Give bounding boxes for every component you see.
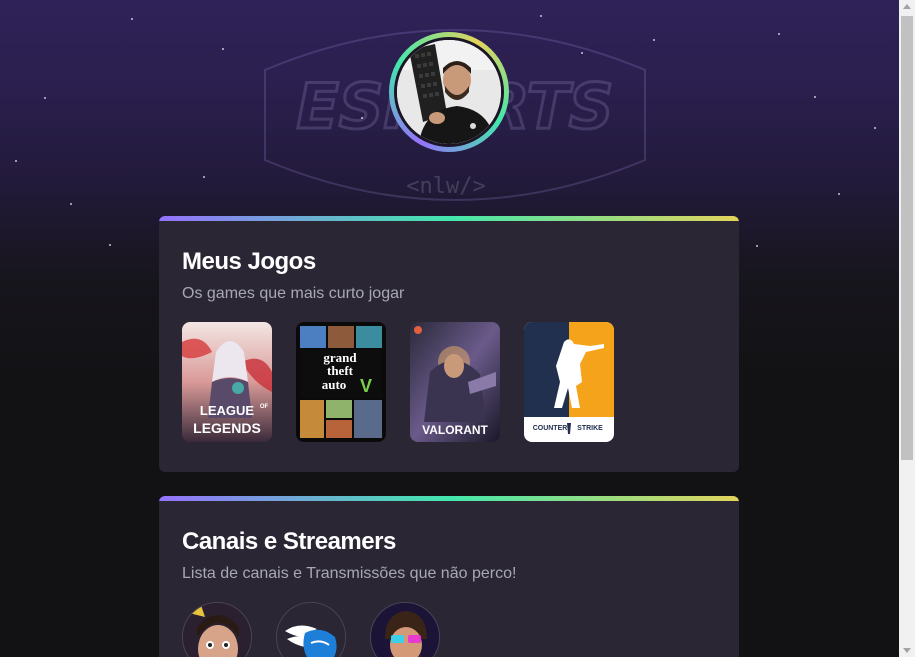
profile-avatar bbox=[394, 37, 504, 147]
league-of-legends-cover: LEAGUE OF LEGENDS bbox=[182, 322, 272, 442]
lol-label-of: OF bbox=[260, 404, 269, 410]
games-section-subtitle: Os games que mais curto jogar bbox=[182, 285, 405, 302]
game-valorant[interactable]: VALORANT bbox=[410, 322, 500, 442]
channels-section-title: Canais e Streamers bbox=[182, 528, 396, 555]
games-card: Meus Jogos Os games que mais curto jogar… bbox=[159, 216, 739, 472]
scroll-down-arrow-icon[interactable] bbox=[903, 648, 911, 653]
game-gta-v[interactable]: grand theft auto V bbox=[296, 322, 386, 442]
cartoon-streamer-avatar-icon bbox=[371, 603, 439, 657]
profile-avatar-ring bbox=[389, 32, 509, 152]
channel-streamer-3[interactable] bbox=[370, 602, 440, 657]
scrollbar-thumb[interactable] bbox=[901, 16, 913, 460]
valorant-label: VALORANT bbox=[422, 423, 488, 437]
gta-label-3: auto bbox=[322, 377, 347, 392]
games-section-title: Meus Jogos bbox=[182, 248, 316, 275]
gta-label-2: theft bbox=[327, 363, 354, 378]
cs-label-2: STRIKE bbox=[577, 425, 603, 432]
channels-section-subtitle: Lista de canais e Transmissões que não p… bbox=[182, 565, 517, 582]
scroll-up-arrow-icon[interactable] bbox=[903, 4, 911, 9]
winged-hand-logo-icon bbox=[277, 603, 345, 657]
channel-streamer-1[interactable] bbox=[182, 602, 252, 657]
channels-card: Canais e Streamers Lista de canais e Tra… bbox=[159, 496, 739, 657]
nlw-tag: <nlw/> bbox=[406, 174, 486, 199]
valorant-cover: VALORANT bbox=[410, 322, 500, 442]
person-avatar-icon bbox=[397, 40, 501, 144]
vertical-scrollbar[interactable] bbox=[899, 0, 915, 657]
channel-streamer-2[interactable] bbox=[276, 602, 346, 657]
lol-label-bottom: LEGENDS bbox=[193, 420, 261, 436]
counter-strike-cover: COUNTER STRIKE bbox=[524, 322, 614, 442]
gta-label-4: V bbox=[360, 376, 372, 396]
game-counter-strike[interactable]: COUNTER STRIKE bbox=[524, 322, 614, 442]
game-league-of-legends[interactable]: LEAGUE OF LEGENDS bbox=[182, 322, 272, 442]
cs-label-1: COUNTER bbox=[533, 425, 568, 432]
lol-label-top: LEAGUE bbox=[200, 403, 255, 418]
streamer-face-avatar-icon bbox=[183, 603, 251, 657]
gta-v-cover: grand theft auto V bbox=[296, 322, 386, 442]
